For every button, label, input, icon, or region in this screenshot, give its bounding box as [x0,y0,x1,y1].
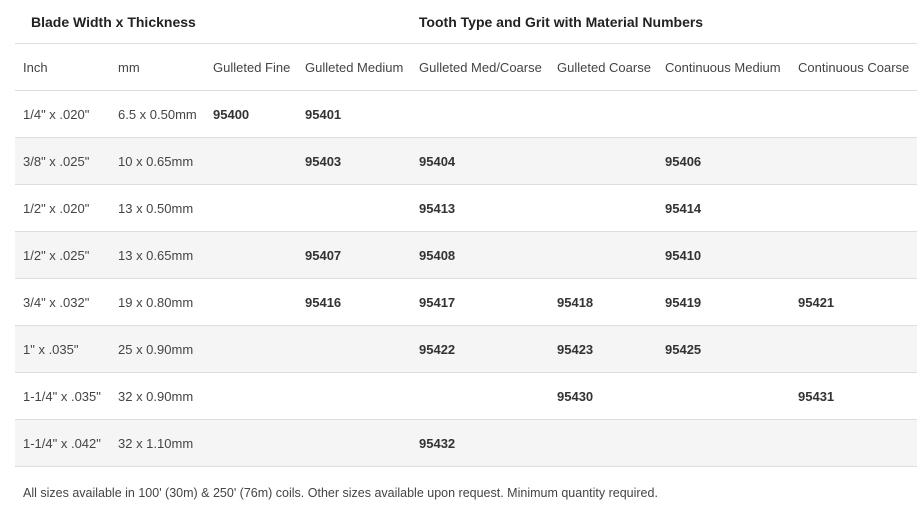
cell-material-number: 95404 [411,137,549,185]
table-row: 1-1/4" x .042" 32 x 1.10mm 95432 [15,419,918,467]
column-header-gulleted-medium: Gulleted Medium [297,43,411,91]
table-row: 3/8" x .025" 10 x 0.65mm 95403 95404 954… [15,137,918,185]
cell-material-number [790,184,918,232]
cell-material-number: 95421 [790,278,918,326]
cell-inch: 1" x .035" [15,325,110,373]
cell-mm: 6.5 x 0.50mm [110,90,205,138]
group-header-tooth: Tooth Type and Grit with Material Number… [205,0,918,44]
cell-material-number [790,325,918,373]
cell-inch: 1/2" x .025" [15,231,110,279]
table-row: 1-1/4" x .035" 32 x 0.90mm 95430 95431 [15,372,918,420]
table-row: 1/2" x .020" 13 x 0.50mm 95413 95414 [15,184,918,232]
cell-material-number: 95400 [205,90,297,138]
cell-material-number [790,90,918,138]
column-header-continuous-coarse: Continuous Coarse [790,43,918,91]
cell-mm: 19 x 0.80mm [110,278,205,326]
column-header-mm: mm [110,43,205,91]
cell-inch: 1-1/4" x .035" [15,372,110,420]
cell-mm: 25 x 0.90mm [110,325,205,373]
cell-material-number: 95418 [549,278,657,326]
cell-material-number [205,137,297,185]
cell-material-number: 95407 [297,231,411,279]
cell-mm: 13 x 0.50mm [110,184,205,232]
cell-material-number [297,184,411,232]
cell-inch: 1-1/4" x .042" [15,419,110,467]
cell-material-number [297,325,411,373]
cell-material-number: 95406 [657,137,790,185]
column-header-gulleted-med-coarse: Gulleted Med/Coarse [411,43,549,91]
column-header-gulleted-fine: Gulleted Fine [205,43,297,91]
column-header-continuous-medium: Continuous Medium [657,43,790,91]
cell-material-number: 95410 [657,231,790,279]
cell-material-number [297,419,411,467]
cell-material-number: 95417 [411,278,549,326]
cell-material-number [205,419,297,467]
cell-material-number: 95419 [657,278,790,326]
cell-material-number [657,372,790,420]
cell-material-number [790,231,918,279]
cell-material-number [297,372,411,420]
cell-material-number [549,231,657,279]
group-header-size: Blade Width x Thickness [15,0,205,44]
cell-material-number: 95432 [411,419,549,467]
cell-material-number: 95422 [411,325,549,373]
cell-material-number [549,137,657,185]
cell-mm: 10 x 0.65mm [110,137,205,185]
cell-material-number [205,231,297,279]
cell-material-number: 95413 [411,184,549,232]
cell-mm: 32 x 1.10mm [110,419,205,467]
cell-inch: 3/8" x .025" [15,137,110,185]
column-header-row: Inch mm Gulleted Fine Gulleted Medium Gu… [15,43,918,91]
cell-material-number [205,278,297,326]
cell-material-number [657,419,790,467]
column-header-inch: Inch [15,43,110,91]
cell-material-number: 95403 [297,137,411,185]
cell-material-number: 95401 [297,90,411,138]
table-row: 1/4" x .020" 6.5 x 0.50mm 95400 95401 [15,90,918,138]
column-header-gulleted-coarse: Gulleted Coarse [549,43,657,91]
cell-inch: 1/4" x .020" [15,90,110,138]
cell-mm: 13 x 0.65mm [110,231,205,279]
cell-inch: 3/4" x .032" [15,278,110,326]
table-row: 3/4" x .032" 19 x 0.80mm 95416 95417 954… [15,278,918,326]
cell-material-number [790,137,918,185]
group-header-row: Blade Width x Thickness Tooth Type and G… [15,0,918,44]
footnote: All sizes available in 100' (30m) & 250'… [23,486,658,500]
cell-material-number: 95408 [411,231,549,279]
cell-material-number [549,419,657,467]
cell-material-number [790,419,918,467]
cell-material-number: 95431 [790,372,918,420]
cell-material-number [549,90,657,138]
cell-mm: 32 x 0.90mm [110,372,205,420]
spec-page: Blade Width x Thickness Tooth Type and G… [0,0,924,513]
cell-material-number: 95414 [657,184,790,232]
cell-material-number [411,372,549,420]
cell-material-number [205,372,297,420]
cell-material-number: 95416 [297,278,411,326]
cell-material-number [657,90,790,138]
cell-inch: 1/2" x .020" [15,184,110,232]
table-row: 1/2" x .025" 13 x 0.65mm 95407 95408 954… [15,231,918,279]
cell-material-number: 95430 [549,372,657,420]
cell-material-number [549,184,657,232]
cell-material-number [205,325,297,373]
cell-material-number [205,184,297,232]
blade-spec-table: Blade Width x Thickness Tooth Type and G… [15,0,918,467]
cell-material-number [411,90,549,138]
cell-material-number: 95425 [657,325,790,373]
cell-material-number: 95423 [549,325,657,373]
table-row: 1" x .035" 25 x 0.90mm 95422 95423 95425 [15,325,918,373]
